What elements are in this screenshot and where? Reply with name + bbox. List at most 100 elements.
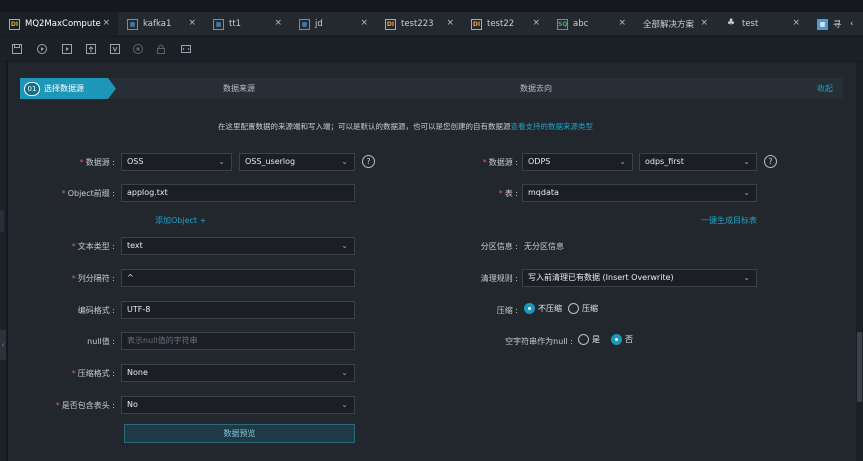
target-datasource-label: * 数据源 :: [482, 158, 518, 167]
target-type-select[interactable]: ODPS ⌄: [522, 153, 633, 171]
tab-overflow[interactable]: ▦ 寻: [808, 12, 848, 36]
radio-empty-null-yes[interactable]: 是: [578, 334, 600, 345]
panel-collapse-handle[interactable]: ‹: [0, 330, 6, 360]
tab-test[interactable]: ♣ test ×: [716, 12, 808, 36]
tab-label: test: [742, 19, 759, 29]
close-icon[interactable]: ×: [700, 18, 708, 28]
tab-mq2maxcompute[interactable]: DI MQ2MaxCompute ×: [0, 12, 118, 36]
include-header-select[interactable]: No ⌄: [121, 396, 355, 414]
data-sync-config-panel: 01 选择数据源 数据来源 数据去向 收起 在这里配置数据的来源端和写入端；可以…: [8, 62, 856, 461]
data-preview-button[interactable]: 数据预览: [124, 424, 355, 443]
target-table-label: * 表 :: [498, 189, 518, 198]
tab-label: kafka1: [143, 19, 172, 29]
chevron-down-icon: ⌄: [218, 157, 225, 166]
lock-icon[interactable]: [155, 43, 167, 55]
chevron-down-icon: ⌄: [743, 188, 750, 197]
add-object-link[interactable]: 添加Object +: [155, 215, 206, 226]
tab-solutions[interactable]: 全部解决方案 ×: [634, 12, 716, 36]
source-datasource-label: * 数据源 :: [79, 158, 115, 167]
step-label: 选择数据源: [44, 84, 84, 93]
compression-format-label: * 压缩格式 :: [71, 369, 115, 378]
chevron-down-icon: ⌄: [619, 157, 626, 166]
tab-kafka1[interactable]: ▦ kafka1 ×: [118, 12, 204, 36]
partition-info-value: 无分区信息: [524, 242, 564, 251]
help-icon[interactable]: ?: [764, 155, 777, 168]
run-with-params-icon[interactable]: [61, 43, 73, 55]
radio-selected-icon: [611, 334, 622, 345]
close-icon[interactable]: ×: [360, 18, 368, 28]
radio-compress[interactable]: 压缩: [568, 303, 598, 314]
null-value-label: null值 :: [87, 337, 115, 346]
table-icon: ▦: [817, 18, 828, 30]
column-separator-label: * 列分隔符 :: [71, 274, 115, 283]
chevron-down-icon: ⌄: [341, 400, 348, 409]
tab-label: test22: [487, 19, 515, 29]
table-icon: ▦: [299, 18, 310, 30]
close-icon[interactable]: ×: [188, 18, 196, 28]
encoding-input[interactable]: UTF-8: [121, 301, 355, 319]
column-separator-input[interactable]: ^: [121, 269, 355, 287]
text-type-select[interactable]: text ⌄: [121, 237, 355, 255]
supported-datasources-link[interactable]: 查看支持的数据来源类型: [511, 122, 594, 131]
compression-label: 压缩 :: [496, 306, 518, 315]
sql-icon: SQ: [557, 18, 568, 30]
info-text: 在这里配置数据的来源端和写入端；可以是默认的数据源，也可以是您创建的自有数据源查…: [218, 121, 593, 132]
create-target-table-link[interactable]: 一键生成目标表: [701, 215, 757, 226]
script-mode-icon[interactable]: [180, 43, 192, 55]
stop-icon[interactable]: [132, 43, 144, 55]
tab-label: MQ2MaxCompute: [25, 19, 101, 29]
source-datasource-select[interactable]: OSS_userlog ⌄: [239, 153, 355, 171]
close-icon[interactable]: ×: [446, 18, 454, 28]
data-integration-icon: DI: [471, 18, 482, 30]
tab-label: tt1: [229, 19, 242, 29]
chevron-left-icon: ‹: [850, 19, 854, 29]
vertical-scrollbar[interactable]: [856, 62, 863, 461]
tab-test22[interactable]: DI test22 ×: [462, 12, 548, 36]
format-icon[interactable]: [109, 43, 121, 55]
target-column-title: 数据去向: [520, 84, 552, 93]
run-icon[interactable]: [36, 43, 48, 55]
tab-label: test223: [401, 19, 434, 29]
close-icon[interactable]: ×: [102, 18, 110, 28]
tab-abc[interactable]: SQ abc ×: [548, 12, 634, 36]
tab-scroll-left-button[interactable]: ‹: [848, 12, 863, 36]
source-type-select[interactable]: OSS ⌄: [121, 153, 232, 171]
step-select-datasource: 01 选择数据源: [20, 78, 116, 99]
target-datasource-select[interactable]: odps_first ⌄: [639, 153, 757, 171]
tab-label: jd: [315, 19, 323, 29]
radio-unselected-icon: [578, 334, 589, 345]
collapse-link[interactable]: 收起: [817, 83, 833, 94]
empty-string-null-label: 空字符串作为null :: [505, 337, 573, 346]
chevron-down-icon: ⌄: [341, 157, 348, 166]
editor-tab-bar: DI MQ2MaxCompute × ▦ kafka1 × ▦ tt1 × ▦ …: [0, 12, 863, 36]
org-chart-icon: ♣: [726, 17, 736, 28]
close-icon[interactable]: ×: [618, 18, 626, 28]
compression-format-select[interactable]: None ⌄: [121, 364, 355, 382]
left-panel-marker: [0, 210, 4, 232]
close-icon[interactable]: ×: [532, 18, 540, 28]
left-panel-edge: ‹: [0, 62, 6, 461]
tab-test223[interactable]: DI test223 ×: [376, 12, 462, 36]
table-icon: ▦: [213, 18, 224, 30]
data-integration-icon: DI: [9, 18, 20, 30]
save-icon[interactable]: [11, 43, 23, 55]
tab-tt1[interactable]: ▦ tt1 ×: [204, 12, 290, 36]
null-value-input[interactable]: 表示null值的字符串: [121, 332, 355, 350]
info-description: 在这里配置数据的来源端和写入端；可以是默认的数据源，也可以是您创建的自有数据源: [218, 122, 511, 131]
text-type-label: * 文本类型 :: [71, 242, 115, 251]
object-prefix-input[interactable]: applog.txt: [121, 184, 355, 202]
radio-empty-null-no[interactable]: 否: [611, 334, 633, 345]
radio-unselected-icon: [568, 303, 579, 314]
scrollbar-thumb[interactable]: [857, 332, 862, 402]
clear-rule-select[interactable]: 写入前清理已有数据 (Insert Overwrite) ⌄: [522, 269, 757, 287]
help-icon[interactable]: ?: [362, 155, 375, 168]
data-integration-icon: DI: [385, 18, 396, 30]
target-table-select[interactable]: mqdata ⌄: [522, 184, 757, 202]
close-icon[interactable]: ×: [792, 18, 800, 28]
radio-no-compress[interactable]: 不压缩: [524, 303, 562, 314]
tab-jd[interactable]: ▦ jd ×: [290, 12, 376, 36]
submit-icon[interactable]: [85, 43, 97, 55]
close-icon[interactable]: ×: [274, 18, 282, 28]
partition-info-label: 分区信息 :: [480, 242, 518, 251]
window-top-strip: [0, 0, 863, 12]
